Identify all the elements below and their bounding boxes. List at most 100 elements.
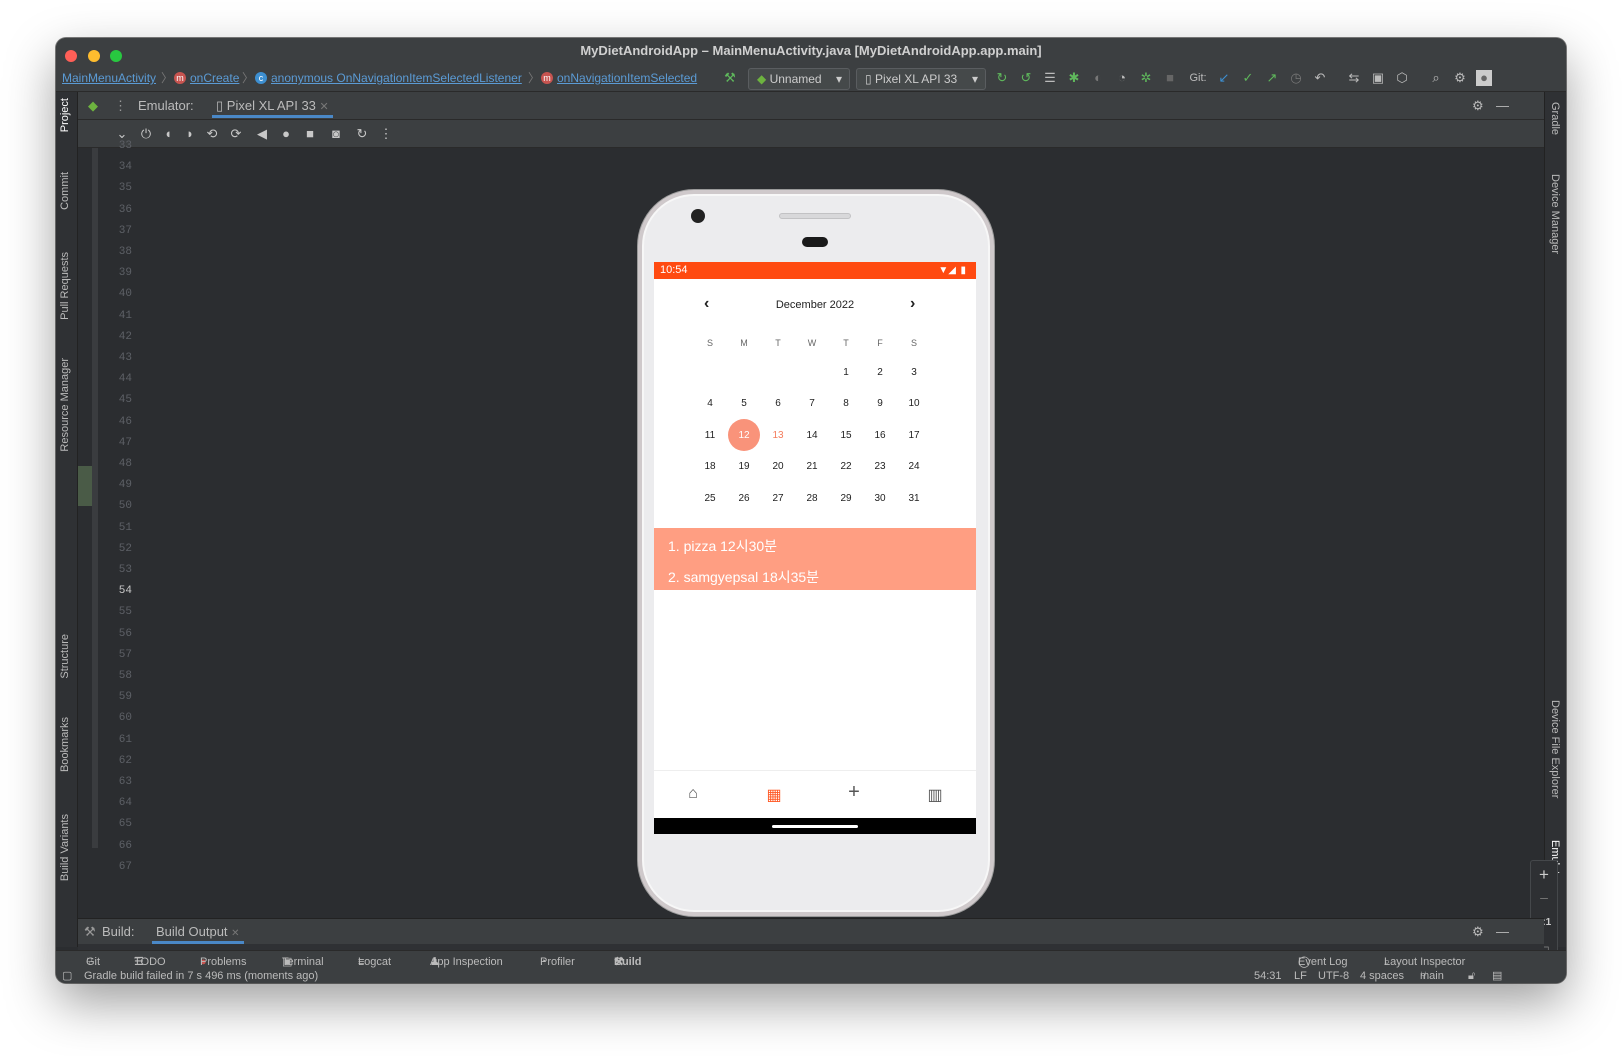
tab-build-output[interactable]: Build Output ✕ xyxy=(152,919,244,944)
calendar-day[interactable]: 7 xyxy=(795,398,829,409)
device-select[interactable]: ▯ Pixel XL API 33 ▾ xyxy=(856,68,986,90)
tab-bookmarks[interactable]: Bookmarks xyxy=(59,717,71,772)
home-indicator[interactable] xyxy=(772,825,858,828)
meal-item[interactable]: 1. pizza 12시30분 xyxy=(668,536,777,556)
file-encoding[interactable]: UTF-8 xyxy=(1318,970,1349,983)
home-button-icon[interactable]: ● xyxy=(278,126,294,141)
calendar-day[interactable]: 18 xyxy=(693,461,727,472)
tab-emulator-device[interactable]: ▯ Pixel XL API 33 ✕ xyxy=(212,92,333,118)
breadcrumb-listener[interactable]: anonymous OnNavigationItemSelectedListen… xyxy=(271,64,522,92)
stop-icon[interactable]: ■ xyxy=(1162,70,1178,86)
apply-changes-icon[interactable]: ↻ xyxy=(994,70,1010,86)
profiler-icon[interactable]: ◔ xyxy=(1114,70,1130,86)
close-icon[interactable]: ✕ xyxy=(231,928,239,939)
calendar-day[interactable]: 9 xyxy=(863,398,897,409)
line-separator[interactable]: LF xyxy=(1294,970,1307,983)
git-commit-icon[interactable]: ✓ xyxy=(1240,70,1256,86)
notifications-icon[interactable]: ▤ xyxy=(1492,970,1502,983)
calendar-day[interactable]: 17 xyxy=(897,430,931,441)
calendar-day[interactable]: 21 xyxy=(795,461,829,472)
hammer-icon[interactable]: ⚒ xyxy=(722,70,738,86)
gear-icon[interactable]: ⚙ xyxy=(1452,70,1468,86)
power-icon[interactable]: ⏻ xyxy=(138,126,154,142)
home-icon[interactable]: ⌂ xyxy=(682,785,704,803)
calendar-day[interactable]: 23 xyxy=(863,461,897,472)
git-update-icon[interactable]: ↙ xyxy=(1216,70,1232,86)
calendar-day[interactable]: 31 xyxy=(897,493,931,504)
zoom-out-button[interactable]: – xyxy=(1531,889,1557,905)
more-options-icon[interactable]: ⋮ xyxy=(114,92,127,120)
minimize-window-button[interactable] xyxy=(87,50,100,62)
calendar-day[interactable]: 4 xyxy=(693,398,727,409)
chevron-right-icon[interactable]: › xyxy=(910,295,915,313)
zoom-window-button[interactable] xyxy=(110,50,123,62)
calendar-day[interactable]: 5 xyxy=(727,398,761,409)
tab-device-file-explorer[interactable]: Device File Explorer xyxy=(1549,700,1561,798)
calendar-day[interactable]: 29 xyxy=(829,493,863,504)
tab-commit[interactable]: Commit xyxy=(59,172,71,210)
calendar-day[interactable]: 28 xyxy=(795,493,829,504)
calendar-day[interactable]: 3 xyxy=(897,367,931,378)
breadcrumb-oncreate[interactable]: onCreate xyxy=(190,64,239,92)
debug-icon[interactable]: ✱ xyxy=(1066,70,1082,86)
meal-item[interactable]: 2. samgyepsal 18시35분 xyxy=(668,567,819,587)
calendar-day[interactable]: 15 xyxy=(829,430,863,441)
account-icon[interactable]: ● xyxy=(1476,70,1492,86)
apply-code-changes-icon[interactable]: ↺ xyxy=(1018,70,1034,86)
avd-manager-icon[interactable]: ▣ xyxy=(1370,70,1386,86)
run-tests-icon[interactable]: ☰ xyxy=(1042,70,1058,86)
hide-icon[interactable]: — xyxy=(1496,92,1509,120)
search-icon[interactable]: ⌕ xyxy=(1428,70,1444,86)
phone-screen[interactable]: 10:54 ▼◢ ▮ ‹ December 2022 › SMTWTFS1234… xyxy=(654,262,976,834)
calendar-day[interactable]: 20 xyxy=(761,461,795,472)
stats-icon[interactable]: ▥ xyxy=(924,785,946,805)
calendar-day[interactable]: 6 xyxy=(761,398,795,409)
git-push-icon[interactable]: ↗ xyxy=(1264,70,1280,86)
hide-icon[interactable]: — xyxy=(1496,919,1509,945)
calendar-day[interactable]: 27 xyxy=(761,493,795,504)
gear-icon[interactable]: ⚙ xyxy=(1472,92,1484,120)
breadcrumb-onnavigationitemselected[interactable]: onNavigationItemSelected xyxy=(557,64,697,92)
rotate-left-icon[interactable]: ⟲ xyxy=(204,126,220,142)
tab-structure[interactable]: Structure xyxy=(59,634,71,679)
calendar-day[interactable]: 10 xyxy=(897,398,931,409)
run-config-select[interactable]: ◆ Unnamed ▾ xyxy=(748,68,850,90)
tab-build-variants[interactable]: Build Variants xyxy=(59,814,71,881)
calendar-day[interactable]: 8 xyxy=(829,398,863,409)
calendar-day[interactable]: 24 xyxy=(897,461,931,472)
calendar-day[interactable]: 2 xyxy=(863,367,897,378)
more-options-icon[interactable]: ⋮ xyxy=(378,126,394,142)
status-message[interactable]: Gradle build failed in 7 s 496 ms (momen… xyxy=(84,970,318,983)
tab-pull-requests[interactable]: Pull Requests xyxy=(59,252,71,320)
calendar-day[interactable]: 26 xyxy=(727,493,761,504)
rotate-right-icon[interactable]: ⟳ xyxy=(228,126,244,142)
scrollbar[interactable] xyxy=(92,148,98,848)
close-window-button[interactable] xyxy=(65,50,77,62)
sdk-manager-icon[interactable]: ⬡ xyxy=(1394,70,1410,86)
calendar-day[interactable]: 25 xyxy=(693,493,727,504)
git-history-icon[interactable]: ◷ xyxy=(1288,70,1304,86)
add-icon[interactable]: + xyxy=(843,781,865,804)
calendar-day[interactable]: 14 xyxy=(795,430,829,441)
calendar-day[interactable]: 16 xyxy=(863,430,897,441)
tab-project[interactable]: Project xyxy=(59,98,71,132)
tab-resource-manager[interactable]: Resource Manager xyxy=(59,358,71,452)
calendar-day[interactable]: 30 xyxy=(863,493,897,504)
caret-position[interactable]: 54:31 xyxy=(1254,970,1282,983)
calendar-day[interactable]: 12 xyxy=(727,430,761,441)
snapshot-icon[interactable]: ↻ xyxy=(354,126,370,142)
zoom-in-button[interactable]: + xyxy=(1531,865,1557,885)
back-icon[interactable]: ◀ xyxy=(254,126,270,142)
breadcrumb-mainmenuactivity[interactable]: MainMenuActivity xyxy=(62,64,156,92)
calendar-day[interactable]: 11 xyxy=(693,430,727,441)
overview-icon[interactable]: ■ xyxy=(302,126,318,141)
calendar-icon[interactable]: ▦ xyxy=(763,785,785,805)
indent-setting[interactable]: 4 spaces xyxy=(1360,970,1404,983)
lock-icon[interactable]: 🔓︎ xyxy=(1468,970,1475,983)
volume-down-icon[interactable]: ◗ xyxy=(182,126,198,141)
camera-icon[interactable]: ◙ xyxy=(328,126,344,141)
attach-debugger-icon[interactable]: ✲ xyxy=(1138,70,1154,86)
close-icon[interactable]: ✕ xyxy=(320,101,329,113)
calendar-day[interactable]: 22 xyxy=(829,461,863,472)
layout-icon[interactable]: ▢ xyxy=(62,970,72,983)
